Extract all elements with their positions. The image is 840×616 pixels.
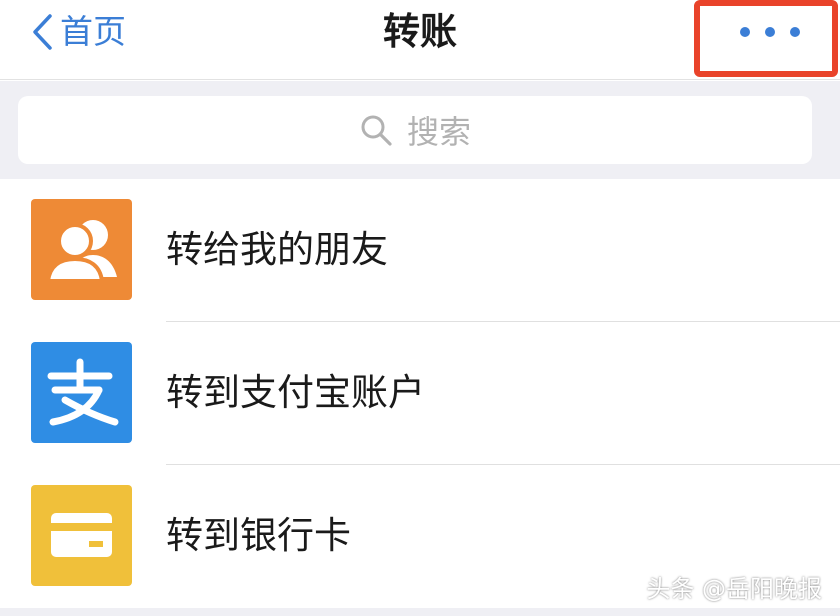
more-dot-icon: [790, 27, 800, 37]
bottom-background: [0, 608, 840, 616]
list-item-label: 转到支付宝账户: [166, 371, 425, 414]
navigation-bar: 首页 转账: [0, 0, 840, 80]
alipay-icon: [31, 342, 132, 443]
list-item-transfer-to-friend[interactable]: 转给我的朋友: [0, 179, 840, 322]
search-area: 搜索: [0, 81, 840, 179]
more-options-button[interactable]: [740, 14, 800, 50]
transfer-page: 首页 转账 搜索 转给我的朋友 转到支付宝账户 转到银行卡 头条 @岳阳晚报: [0, 0, 840, 616]
search-icon: [361, 115, 392, 146]
list-item-transfer-to-alipay[interactable]: 转到支付宝账户: [0, 322, 840, 465]
more-dot-icon: [740, 27, 750, 37]
search-input[interactable]: 搜索: [18, 96, 812, 164]
friends-icon: [31, 199, 132, 300]
transfer-options-list: 转给我的朋友 转到支付宝账户 转到银行卡: [0, 179, 840, 608]
bank-card-icon: [31, 485, 132, 586]
list-item-label: 转到银行卡: [166, 514, 351, 557]
list-item-label: 转给我的朋友: [166, 228, 388, 271]
more-dot-icon: [765, 27, 775, 37]
watermark: 头条 @岳阳晚报: [646, 575, 822, 603]
search-placeholder: 搜索: [406, 113, 471, 151]
